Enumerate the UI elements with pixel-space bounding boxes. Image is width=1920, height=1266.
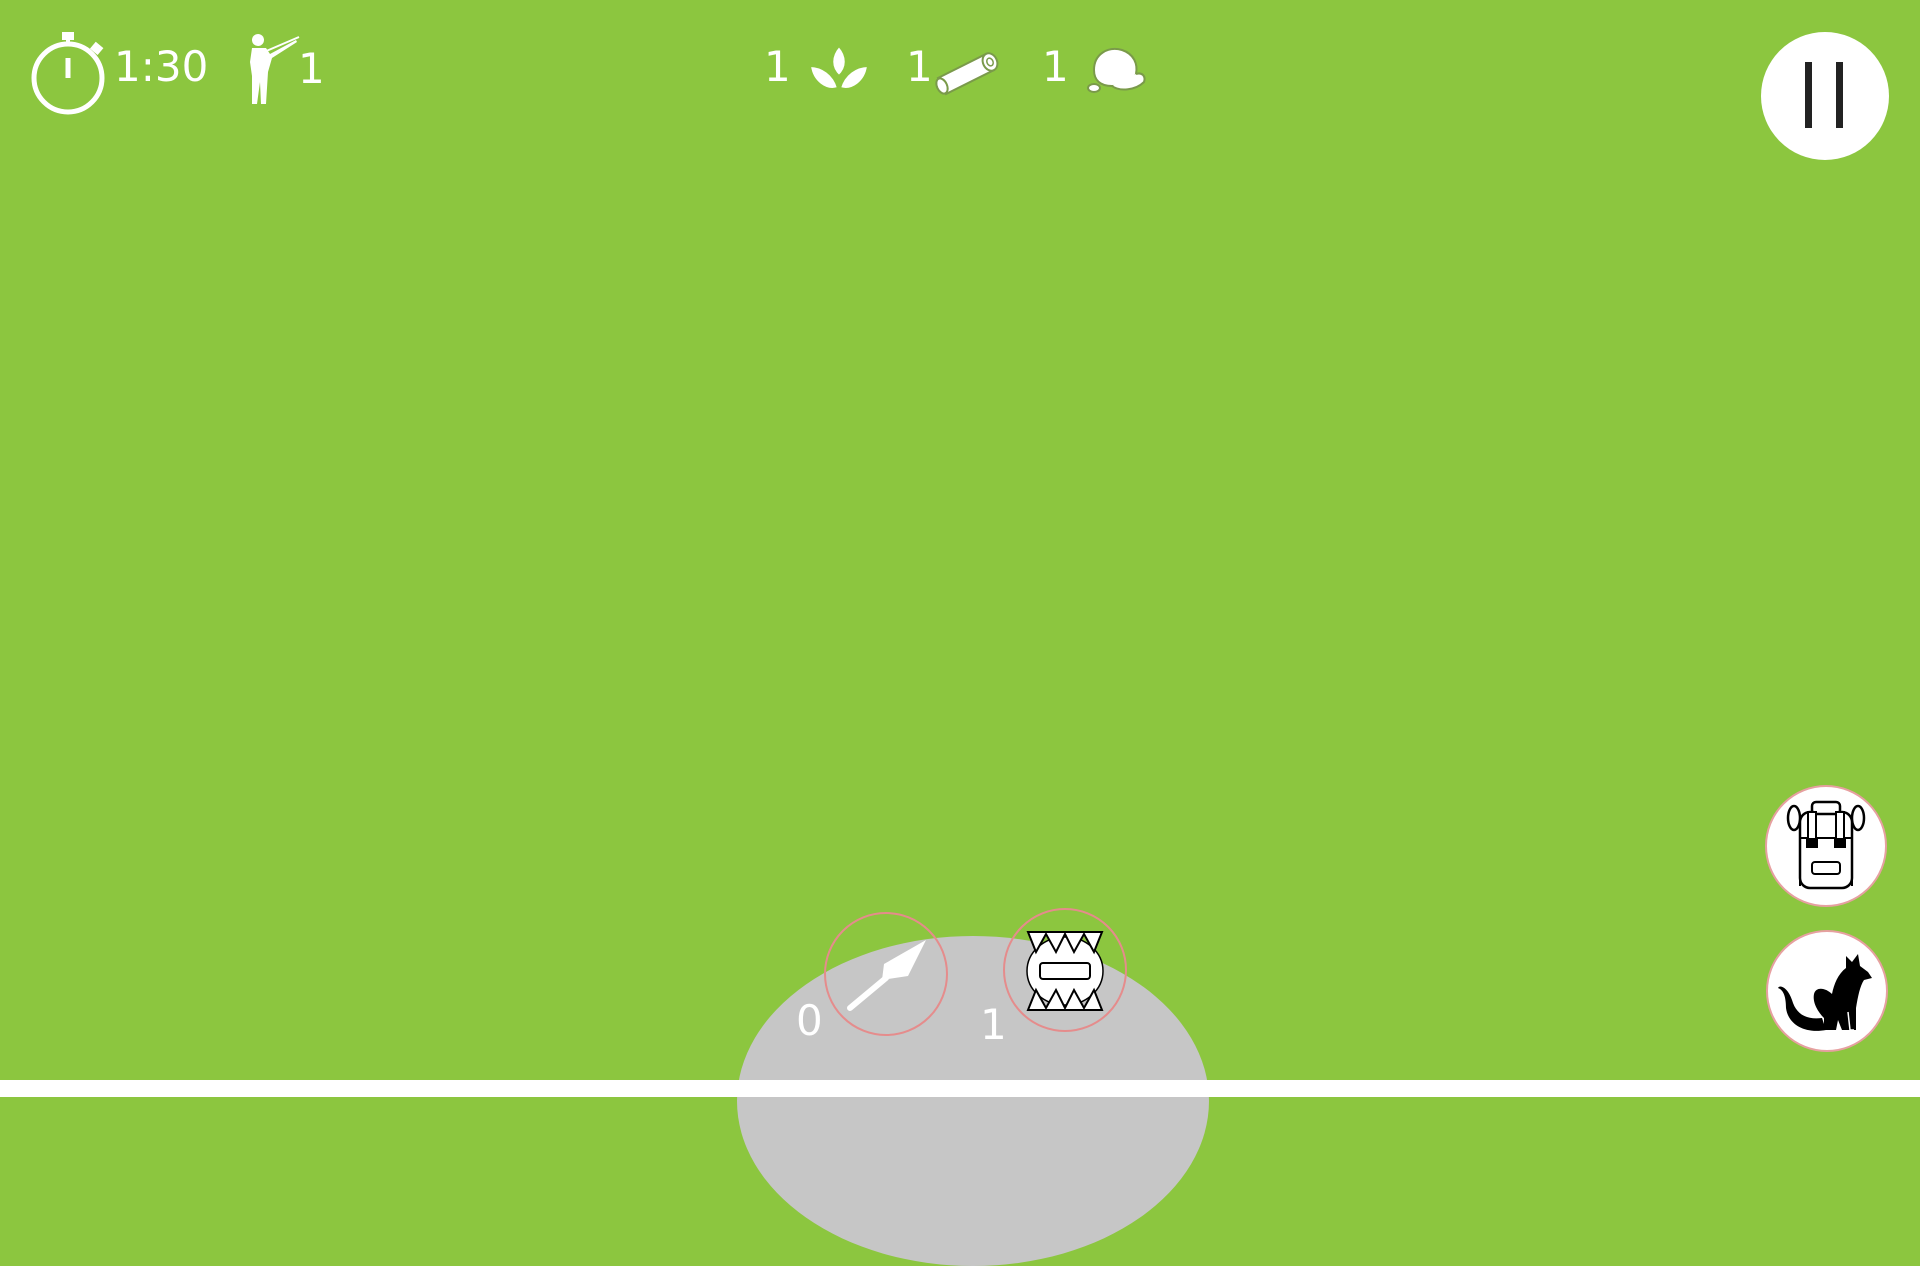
trap-count: 1 <box>980 1000 1007 1049</box>
stone-icon <box>1087 48 1146 93</box>
spear-icon <box>847 940 926 1011</box>
spear-slot[interactable] <box>824 912 948 1036</box>
bear-trap-icon <box>1026 931 1104 1011</box>
hunter-with-rifle-icon <box>250 34 300 104</box>
fox-icon <box>1778 954 1872 1031</box>
backpack-button[interactable] <box>1765 785 1887 907</box>
hud-timer <box>30 28 110 116</box>
log-resource <box>934 48 1004 98</box>
fox-button[interactable] <box>1766 930 1888 1052</box>
log-icon <box>935 52 999 96</box>
pause-button[interactable] <box>1761 32 1889 160</box>
leaves-icon <box>808 44 870 90</box>
bottom-edge <box>0 1080 1920 1097</box>
leaves-resource <box>806 42 872 94</box>
spear-count: 0 <box>796 996 823 1045</box>
log-count: 1 <box>906 42 933 91</box>
trap-slot[interactable] <box>1003 908 1127 1032</box>
stone-resource <box>1086 44 1148 96</box>
hunters-count: 1 <box>298 44 325 93</box>
stone-count: 1 <box>1042 42 1069 91</box>
tool-tray <box>737 936 1209 1266</box>
leaves-count: 1 <box>764 42 791 91</box>
stopwatch-icon <box>31 32 105 115</box>
timer-text: 1:30 <box>114 42 209 91</box>
backpack-icon <box>1786 800 1866 890</box>
hunters-indicator <box>244 32 300 106</box>
